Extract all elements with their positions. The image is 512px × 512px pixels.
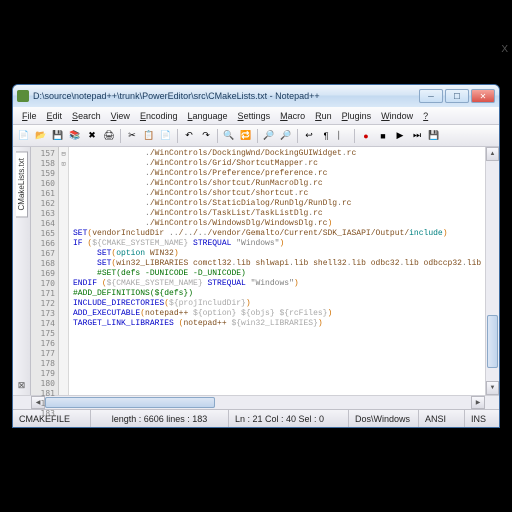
copy-icon[interactable]: 📋 xyxy=(141,128,157,144)
tab-cmakelists[interactable]: CMakeLists.txt xyxy=(16,151,28,217)
client-area: CMakeLists.txt ⊠ 157 158 159 160 161 162… xyxy=(13,147,499,395)
status-mode: INS xyxy=(465,410,499,427)
cut-icon[interactable]: ✂ xyxy=(124,128,140,144)
scroll-down-icon[interactable]: ▼ xyxy=(486,381,499,395)
hscroll-track[interactable] xyxy=(45,396,471,409)
titlebar[interactable]: D:\source\notepad++\trunk\PowerEditor\sr… xyxy=(13,85,499,107)
new-file-icon[interactable]: 📄 xyxy=(16,128,32,144)
menu-?[interactable]: ? xyxy=(418,111,433,121)
line-number-gutter: 157 158 159 160 161 162 163 164 165 166 … xyxy=(31,147,59,395)
scroll-up-icon[interactable]: ▲ xyxy=(486,147,499,161)
menu-macro[interactable]: Macro xyxy=(275,111,310,121)
status-position: Ln : 21 Col : 40 Sel : 0 xyxy=(229,410,349,427)
maximize-button[interactable]: ☐ xyxy=(445,89,469,103)
scroll-thumb[interactable] xyxy=(487,315,498,368)
separator xyxy=(120,129,121,143)
window-title: D:\source\notepad++\trunk\PowerEditor\sr… xyxy=(33,91,419,101)
record-macro-icon[interactable]: ● xyxy=(358,128,374,144)
editor: 157 158 159 160 161 162 163 164 165 166 … xyxy=(31,147,499,395)
wordwrap-icon[interactable]: ↩ xyxy=(301,128,317,144)
play-macro-icon[interactable]: ▶ xyxy=(392,128,408,144)
tab-close-icon[interactable]: ⊠ xyxy=(18,380,26,391)
scroll-track[interactable] xyxy=(486,161,499,381)
menu-language[interactable]: Language xyxy=(182,111,232,121)
menu-search[interactable]: Search xyxy=(67,111,106,121)
paste-icon[interactable]: 📄 xyxy=(158,128,174,144)
separator xyxy=(217,129,218,143)
menu-plugins[interactable]: Plugins xyxy=(337,111,377,121)
play-multi-icon[interactable]: ⏭ xyxy=(409,128,425,144)
save-macro-icon[interactable]: 💾 xyxy=(426,128,442,144)
replace-icon[interactable]: 🔁 xyxy=(238,128,254,144)
scroll-right-icon[interactable]: ▶ xyxy=(471,396,485,409)
fold-margin[interactable]: ⊟ ⊡ xyxy=(59,147,69,395)
open-file-icon[interactable]: 📂 xyxy=(33,128,49,144)
document-tabs: CMakeLists.txt ⊠ xyxy=(13,147,31,395)
horizontal-scrollbar[interactable]: ◀ ▶ xyxy=(13,395,499,409)
print-icon[interactable]: 🖨 xyxy=(101,128,117,144)
window-buttons: ─ ☐ ✕ xyxy=(419,89,495,103)
status-encoding: ANSI xyxy=(419,410,465,427)
menu-file[interactable]: File xyxy=(17,111,42,121)
app-icon xyxy=(17,90,29,102)
menu-edit[interactable]: Edit xyxy=(42,111,68,121)
find-icon[interactable]: 🔍 xyxy=(221,128,237,144)
separator xyxy=(257,129,258,143)
menubar: FileEditSearchViewEncodingLanguageSettin… xyxy=(13,107,499,125)
undo-icon[interactable]: ↶ xyxy=(181,128,197,144)
zoom-in-icon[interactable]: 🔎 xyxy=(261,128,277,144)
zoom-out-icon[interactable]: 🔎 xyxy=(278,128,294,144)
app-window: D:\source\notepad++\trunk\PowerEditor\sr… xyxy=(12,84,500,428)
separator xyxy=(177,129,178,143)
vertical-scrollbar[interactable]: ▲ ▼ xyxy=(485,147,499,395)
status-eol: Dos\Windows xyxy=(349,410,419,427)
hscroll-thumb[interactable] xyxy=(45,397,215,408)
menu-run[interactable]: Run xyxy=(310,111,337,121)
close-button[interactable]: ✕ xyxy=(471,89,495,103)
save-all-icon[interactable]: 📚 xyxy=(67,128,83,144)
showall-icon[interactable]: ¶ xyxy=(318,128,334,144)
statusbar: CMAKEFILE length : 6606 lines : 183 Ln :… xyxy=(13,409,499,427)
indent-guide-icon[interactable]: ⎸ xyxy=(335,128,351,144)
menu-window[interactable]: Window xyxy=(376,111,418,121)
separator xyxy=(297,129,298,143)
save-icon[interactable]: 💾 xyxy=(50,128,66,144)
menu-settings[interactable]: Settings xyxy=(233,111,276,121)
toolbar: 📄 📂 💾 📚 ✖ 🖨 ✂ 📋 📄 ↶ ↷ 🔍 🔁 🔎 🔎 ↩ ¶ ⎸ ● ■ … xyxy=(13,125,499,147)
minimize-button[interactable]: ─ xyxy=(419,89,443,103)
close-file-icon[interactable]: ✖ xyxy=(84,128,100,144)
code-area[interactable]: ./WinControls/DockingWnd/DockingGUIWidge… xyxy=(69,147,485,395)
stop-macro-icon[interactable]: ■ xyxy=(375,128,391,144)
status-length: length : 6606 lines : 183 xyxy=(91,410,229,427)
redo-icon[interactable]: ↷ xyxy=(198,128,214,144)
menu-view[interactable]: View xyxy=(106,111,135,121)
separator xyxy=(354,129,355,143)
menu-encoding[interactable]: Encoding xyxy=(135,111,183,121)
